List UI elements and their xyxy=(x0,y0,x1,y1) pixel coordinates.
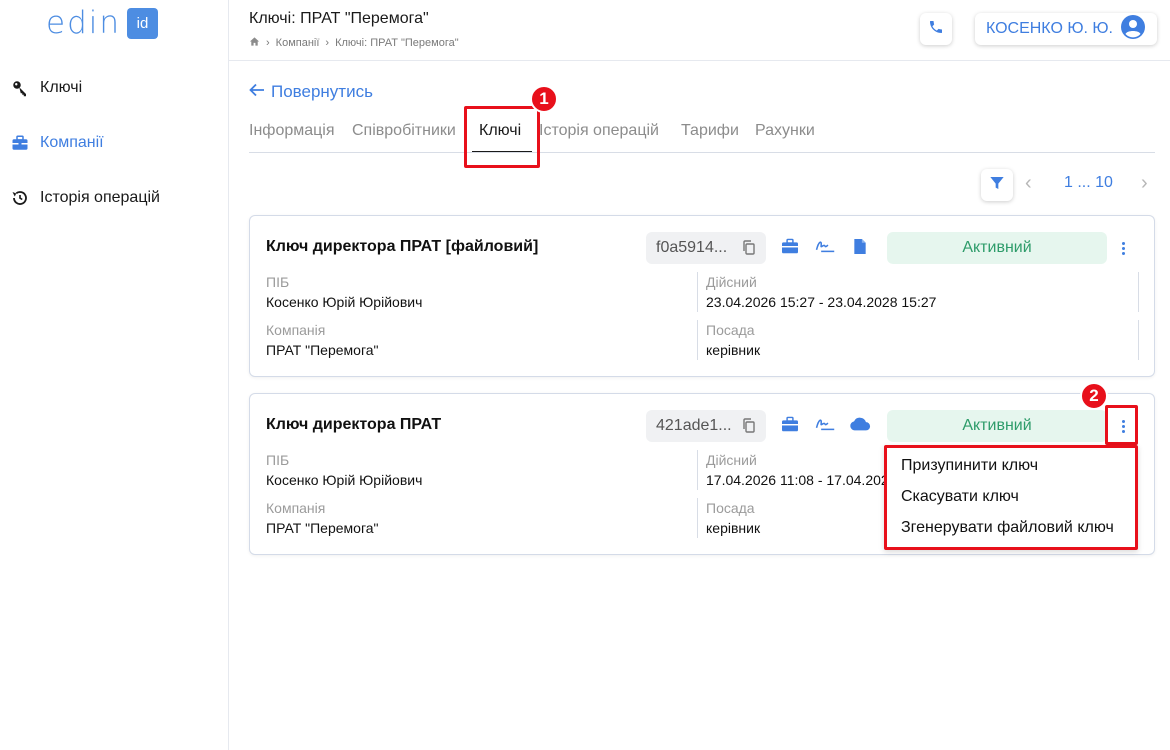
chevron-right-icon: › xyxy=(325,37,330,49)
menu-item-generate-file-key[interactable]: Згенерувати файловий ключ xyxy=(901,519,1114,537)
user-name: КОСЕНКО Ю. Ю. xyxy=(985,20,1113,37)
field-label: Компанія xyxy=(266,322,326,338)
menu-item-suspend-key[interactable]: Призупинити ключ xyxy=(901,457,1038,475)
column-divider xyxy=(1138,272,1139,312)
home-icon[interactable] xyxy=(249,36,260,50)
pagination-range[interactable]: 1 ... 10 xyxy=(1064,174,1113,192)
breadcrumb: › Компанії › Ключі: ПРАТ "Перемога" xyxy=(249,36,459,50)
tab-tariffs[interactable]: Тарифи xyxy=(681,122,739,140)
copy-icon[interactable] xyxy=(742,418,756,438)
field-label: ПІБ xyxy=(266,274,290,290)
field-value-validity: 17.04.2026 11:08 - 17.04.202 xyxy=(706,472,889,488)
column-divider xyxy=(697,320,698,360)
key-id-pill[interactable]: f0a5914... xyxy=(646,232,766,264)
key-id: f0a5914... xyxy=(656,239,728,256)
column-divider xyxy=(697,450,698,490)
history-icon xyxy=(10,188,30,208)
field-value-company: ПРАТ "Перемога" xyxy=(266,342,379,358)
briefcase-icon[interactable] xyxy=(780,414,800,434)
key-context-menu: Призупинити ключ Скасувати ключ Згенерув… xyxy=(884,445,1138,550)
key-id-pill[interactable]: 421ade1... xyxy=(646,410,766,442)
field-value-company: ПРАТ "Перемога" xyxy=(266,520,379,536)
signature-icon[interactable] xyxy=(815,414,835,434)
field-label: Посада xyxy=(706,322,755,338)
field-label: Компанія xyxy=(266,500,326,516)
phone-button[interactable] xyxy=(920,13,952,45)
field-label: Дійсний xyxy=(706,452,757,468)
column-divider xyxy=(697,498,698,538)
logo-text: edin xyxy=(46,5,122,41)
key-title: Ключ директора ПРАТ xyxy=(266,416,442,433)
column-divider xyxy=(1138,320,1139,360)
more-actions-kebab-icon[interactable] xyxy=(1115,236,1131,260)
filter-icon xyxy=(989,175,1005,196)
cloud-icon[interactable] xyxy=(848,414,872,434)
breadcrumb-item-companies[interactable]: Компанії xyxy=(276,37,320,49)
logo-badge: id xyxy=(127,7,159,39)
sidebar-item-keys[interactable]: Ключі xyxy=(10,73,82,103)
highlight-box-keys-tab xyxy=(464,106,540,168)
tab-bar: Інформація Співробітники Ключі Історія о… xyxy=(249,118,1155,153)
field-label: Посада xyxy=(706,500,755,516)
key-title: Ключ директора ПРАТ [файловий] xyxy=(266,238,539,255)
key-id: 421ade1... xyxy=(656,417,732,434)
field-label: Дійсний xyxy=(706,274,757,290)
edin-logo[interactable]: edin id xyxy=(46,5,159,41)
arrow-left-icon xyxy=(249,82,265,102)
tab-invoices[interactable]: Рахунки xyxy=(755,122,815,140)
highlight-box-kebab xyxy=(1105,405,1138,445)
breadcrumb-item-current: Ключі: ПРАТ "Перемога" xyxy=(335,37,459,49)
status-badge: Активний xyxy=(887,410,1107,442)
chevron-right-icon: › xyxy=(266,37,270,49)
field-label: ПІБ xyxy=(266,452,290,468)
copy-icon[interactable] xyxy=(742,240,756,260)
menu-item-revoke-key[interactable]: Скасувати ключ xyxy=(901,488,1019,506)
sidebar-item-label: Ключі xyxy=(40,79,83,96)
sidebar-item-companies[interactable]: Компанії xyxy=(10,128,104,158)
field-value-position: керівник xyxy=(706,520,761,536)
sidebar-item-label: Історія операцій xyxy=(40,189,160,206)
sidebar-item-label: Компанії xyxy=(40,134,104,151)
page-next-chevron-icon[interactable]: › xyxy=(1141,172,1148,195)
page-title: Ключі: ПРАТ "Перемога" xyxy=(249,10,429,27)
file-icon[interactable] xyxy=(850,236,870,256)
briefcase-icon xyxy=(10,133,30,153)
back-label: Повернутись xyxy=(271,82,373,101)
filter-button[interactable] xyxy=(981,169,1013,201)
key-card: Ключ директора ПРАТ [файловий] f0a5914..… xyxy=(249,215,1155,377)
top-header: Ключі: ПРАТ "Перемога" › Компанії › Ключ… xyxy=(229,0,1170,61)
field-value-validity: 23.04.2026 15:27 - 23.04.2028 15:27 xyxy=(706,294,937,310)
tab-operations-history[interactable]: Історія операцій xyxy=(539,122,659,140)
column-divider xyxy=(697,272,698,312)
briefcase-icon[interactable] xyxy=(780,236,800,256)
field-value-pib: Косенко Юрій Юрійович xyxy=(266,472,423,488)
user-menu-button[interactable]: КОСЕНКО Ю. Ю. xyxy=(975,13,1157,45)
page-prev-chevron-icon[interactable]: ‹ xyxy=(1025,172,1032,195)
sidebar-item-history[interactable]: Історія операцій xyxy=(10,183,160,213)
field-value-pib: Косенко Юрій Юрійович xyxy=(266,294,423,310)
avatar-icon xyxy=(1121,14,1145,44)
key-icon xyxy=(10,78,30,98)
back-link[interactable]: Повернутись xyxy=(249,82,373,102)
tab-information[interactable]: Інформація xyxy=(249,122,335,140)
signature-icon[interactable] xyxy=(815,236,835,256)
status-badge: Активний xyxy=(887,232,1107,264)
annotation-badge-2: 2 xyxy=(1080,382,1108,410)
sidebar: edin id Ключі Компанії Історія операцій xyxy=(0,0,229,750)
field-value-position: керівник xyxy=(706,342,761,358)
tab-employees[interactable]: Співробітники xyxy=(352,122,456,140)
annotation-badge-1: 1 xyxy=(530,85,558,113)
phone-icon xyxy=(928,19,944,40)
